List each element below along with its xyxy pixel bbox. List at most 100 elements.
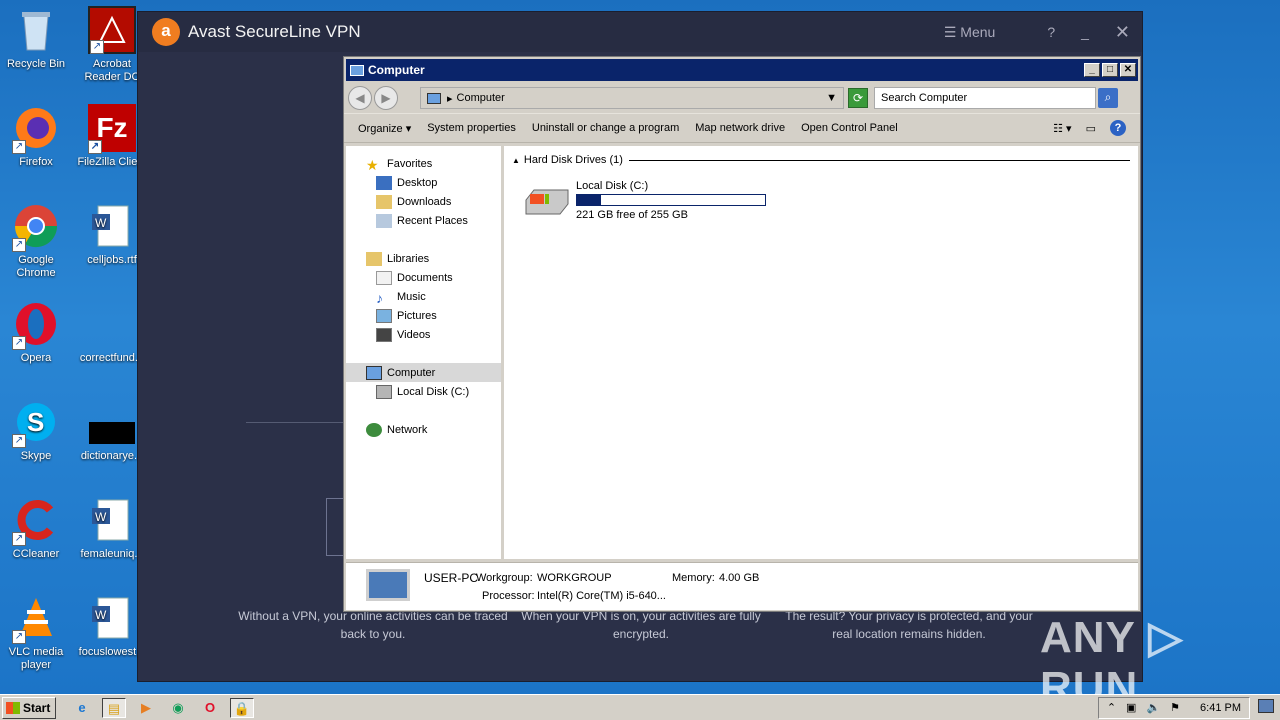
taskbar: Start e ▤ ▶ ◉ O 🔒 ⌃ ▣ 🔈 ⚑ 6:41 PM	[0, 694, 1280, 720]
computer-icon	[350, 64, 364, 76]
nav-local-disk[interactable]: Local Disk (C:)	[346, 382, 501, 401]
tray-clock[interactable]: 6:41 PM	[1200, 702, 1241, 714]
nav-label: Favorites	[387, 157, 433, 170]
start-label: Start	[23, 700, 51, 715]
desktop-icon-label: Skype	[20, 450, 52, 462]
nav-computer[interactable]: Computer	[346, 363, 501, 382]
tray-network-icon[interactable]: ▣	[1126, 701, 1136, 714]
nav-desktop[interactable]: Desktop	[346, 173, 501, 192]
desktop-icon-label: VLC media player	[8, 646, 64, 671]
avast-title: Avast SecureLine VPN	[188, 22, 361, 41]
vlc-icon: ↗	[12, 594, 60, 644]
word-document-icon: W	[88, 496, 136, 544]
desktop-icon-firefox[interactable]: ↗ Firefox	[0, 104, 72, 169]
opera-icon: ↗	[12, 300, 60, 350]
main-pane: ▲ Hard Disk Drives (1) Local Disk (C:) 2…	[504, 146, 1138, 559]
nav-recent-places[interactable]: Recent Places	[346, 211, 501, 230]
taskbar-chrome-icon[interactable]: ◉	[166, 698, 190, 718]
desktop-icon-label: focuslowest...	[78, 646, 146, 658]
nav-videos[interactable]: Videos	[346, 325, 501, 344]
desktop-icon-label: Opera	[20, 352, 52, 364]
system-properties-button[interactable]: System properties	[427, 122, 516, 134]
tray-flag-icon[interactable]: ⚑	[1170, 701, 1180, 714]
avast-footer-text-2: When your VPN is on, your activities are…	[521, 609, 761, 641]
nav-downloads[interactable]: Downloads	[346, 192, 501, 211]
avast-help-button[interactable]: ?	[1047, 24, 1055, 40]
pictures-icon	[376, 308, 392, 323]
processor-label: Processor:	[482, 590, 535, 602]
back-button[interactable]: ◀	[348, 86, 372, 110]
explorer-title: Computer	[368, 63, 425, 77]
nav-label: Downloads	[397, 195, 452, 208]
uninstall-program-button[interactable]: Uninstall or change a program	[532, 122, 679, 134]
forward-button[interactable]: ▶	[374, 86, 398, 110]
downloads-icon	[376, 194, 392, 209]
desktop-icon-ccleaner[interactable]: ↗ CCleaner	[0, 496, 72, 561]
avast-menu-button[interactable]: ☰ Menu	[944, 24, 1021, 41]
nav-libraries[interactable]: Libraries	[346, 249, 501, 268]
open-control-panel-button[interactable]: Open Control Panel	[801, 122, 898, 134]
start-button[interactable]: Start	[2, 696, 56, 719]
tray-volume-icon[interactable]: 🔈	[1146, 701, 1160, 714]
hard-disk-group-header[interactable]: ▲ Hard Disk Drives (1)	[512, 154, 1130, 166]
taskbar-media-player-icon[interactable]: ▶	[134, 698, 158, 718]
taskbar-ie-icon[interactable]: e	[70, 698, 94, 718]
explorer-content: ★ Favorites Desktop Downloads Recent Pla…	[346, 146, 1138, 559]
blank-file-icon	[88, 300, 136, 348]
refresh-button[interactable]: ⟳	[848, 88, 868, 108]
desktop-icon-label: celljobs.rtf	[87, 254, 137, 266]
preview-pane-icon[interactable]: ▭	[1086, 122, 1096, 135]
recent-places-icon	[376, 213, 392, 228]
nav-music[interactable]: ♪ Music	[346, 287, 501, 306]
close-button[interactable]: ✕	[1120, 63, 1136, 77]
desktop-icon-label: dictionarye...	[80, 450, 144, 462]
view-options-icon[interactable]: ☷ ▾	[1053, 122, 1071, 135]
chrome-icon: ↗	[12, 202, 60, 252]
search-placeholder: Search Computer	[881, 92, 968, 104]
taskbar-opera-icon[interactable]: O	[198, 698, 222, 718]
processor-value: Intel(R) Core(TM) i5-640...	[537, 590, 666, 602]
computer-icon	[427, 92, 441, 104]
pc-monitor-icon	[366, 569, 410, 601]
avast-footer-text-1: Without a VPN, your online activities ca…	[238, 609, 508, 641]
organize-button[interactable]: Organize ▾	[358, 122, 411, 135]
maximize-button[interactable]: □	[1102, 63, 1118, 77]
svg-text:S: S	[27, 407, 44, 437]
address-dropdown-icon[interactable]: ▼	[826, 92, 837, 104]
avast-close-button[interactable]: ✕	[1115, 22, 1130, 43]
libraries-icon	[366, 251, 382, 266]
nav-pictures[interactable]: Pictures	[346, 306, 501, 325]
avast-minimize-button[interactable]: _	[1081, 24, 1089, 40]
minimize-button[interactable]: _	[1084, 63, 1100, 77]
nav-label: Local Disk (C:)	[397, 385, 470, 398]
taskbar-explorer-icon[interactable]: ▤	[102, 697, 126, 718]
desktop-icon-opera[interactable]: ↗ Opera	[0, 300, 72, 365]
collapse-arrow-icon: ▲	[512, 155, 520, 165]
tray-expand-icon[interactable]: ⌃	[1107, 701, 1116, 714]
disk-free-space: 221 GB free of 255 GB	[576, 209, 688, 221]
search-icon[interactable]: ⌕	[1098, 88, 1118, 108]
acrobat-icon: ↗	[88, 6, 136, 54]
navigation-pane: ★ Favorites Desktop Downloads Recent Pla…	[346, 146, 504, 559]
word-document-icon: W	[88, 202, 136, 250]
videos-icon	[376, 327, 392, 342]
word-document-icon: W	[88, 594, 136, 642]
nav-documents[interactable]: Documents	[346, 268, 501, 287]
explorer-titlebar: Computer _ □ ✕	[346, 59, 1138, 81]
taskbar-avast-icon[interactable]: 🔒	[230, 697, 254, 718]
star-icon: ★	[366, 156, 379, 173]
nav-favorites[interactable]: ★ Favorites	[346, 154, 501, 173]
map-network-drive-button[interactable]: Map network drive	[695, 122, 785, 134]
help-icon[interactable]: ?	[1110, 120, 1126, 136]
system-tray: ⌃ ▣ 🔈 ⚑ 6:41 PM	[1097, 696, 1250, 719]
desktop-icon-vlc[interactable]: ↗ VLC media player	[0, 594, 72, 672]
nav-network[interactable]: Network	[346, 420, 501, 439]
desktop-icon-skype[interactable]: S ↗ Skype	[0, 398, 72, 463]
show-desktop-button[interactable]	[1258, 699, 1274, 713]
desktop-icon-recycle-bin[interactable]: Recycle Bin	[0, 6, 72, 71]
search-input[interactable]: Search Computer	[874, 87, 1096, 109]
disk-usage-bar	[576, 194, 766, 206]
desktop-icon-chrome[interactable]: ↗ Google Chrome	[0, 202, 72, 280]
address-bar[interactable]: ▸ Computer ▼	[420, 87, 844, 109]
local-disk-item[interactable]: Local Disk (C:) 221 GB free of 255 GB	[524, 180, 1130, 221]
